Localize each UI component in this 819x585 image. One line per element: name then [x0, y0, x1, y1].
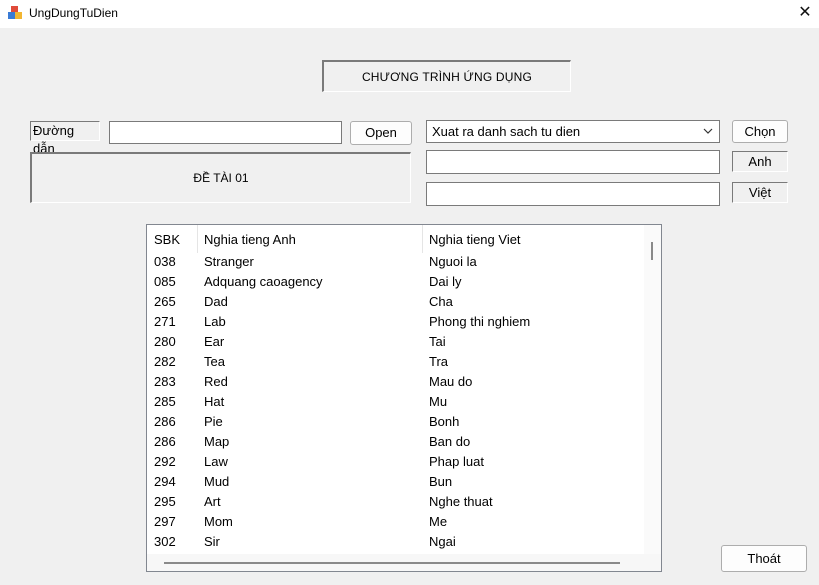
- close-button[interactable]: ✕: [791, 0, 819, 28]
- english-input[interactable]: [426, 150, 720, 174]
- cell-english: Art: [204, 494, 221, 509]
- table-row[interactable]: 297 Mom Me: [147, 511, 643, 531]
- action-select-value: Xuat ra danh sach tu dien: [432, 124, 581, 139]
- cell-english: Pie: [204, 414, 223, 429]
- scroll-thumb[interactable]: [164, 562, 620, 564]
- column-header-sbk[interactable]: SBK: [154, 232, 180, 247]
- chevron-down-icon: [703, 128, 713, 134]
- vietnamese-label: Việt: [732, 182, 788, 203]
- cell-sbk: 286: [154, 414, 176, 429]
- cell-sbk: 271: [154, 314, 176, 329]
- topic-box: ĐỀ TÀI 01: [30, 152, 411, 203]
- table-row[interactable]: 286 Map Ban do: [147, 431, 643, 451]
- dictionary-list[interactable]: SBK Nghia tieng Anh Nghia tieng Viet 038…: [146, 224, 662, 572]
- cell-vietnamese: Mu: [429, 394, 448, 409]
- table-row[interactable]: 295 Art Nghe thuat: [147, 491, 643, 511]
- cell-sbk: 292: [154, 454, 176, 469]
- program-title: CHƯƠNG TRÌNH ỨNG DỤNG: [322, 60, 571, 92]
- action-select[interactable]: Xuat ra danh sach tu dien: [426, 120, 720, 143]
- vertical-scrollbar[interactable]: [644, 225, 661, 555]
- english-label: Anh: [732, 151, 788, 172]
- cell-english: Stranger: [204, 254, 254, 269]
- cell-sbk: 286: [154, 434, 176, 449]
- cell-english: Tea: [204, 354, 225, 369]
- exit-button[interactable]: Thoát: [721, 545, 807, 572]
- scroll-thumb[interactable]: [651, 242, 653, 260]
- cell-vietnamese: Dai ly: [429, 274, 462, 289]
- list-header: SBK Nghia tieng Anh Nghia tieng Viet: [147, 225, 643, 253]
- choose-button[interactable]: Chọn: [732, 120, 788, 143]
- cell-sbk: 295: [154, 494, 176, 509]
- table-row[interactable]: 292 Law Phap luat: [147, 451, 643, 471]
- cell-vietnamese: Nguoi la: [429, 254, 477, 269]
- cell-vietnamese: Bonh: [429, 414, 460, 429]
- cell-vietnamese: Phap luat: [429, 454, 484, 469]
- table-row[interactable]: 282 Tea Tra: [147, 351, 643, 371]
- column-divider[interactable]: [422, 225, 423, 253]
- cell-sbk: 265: [154, 294, 176, 309]
- cell-sbk: 302: [154, 534, 176, 549]
- cell-vietnamese: Ngai: [429, 534, 456, 549]
- cell-vietnamese: Tai: [429, 334, 446, 349]
- cell-english: Adquang caoagency: [204, 274, 323, 289]
- cell-english: Dad: [204, 294, 228, 309]
- cell-sbk: 283: [154, 374, 176, 389]
- app-cubes-icon: [8, 6, 22, 19]
- cell-english: Ear: [204, 334, 225, 349]
- column-header-english[interactable]: Nghia tieng Anh: [204, 232, 296, 247]
- table-row[interactable]: 285 Hat Mu: [147, 391, 643, 411]
- table-row[interactable]: 286 Pie Bonh: [147, 411, 643, 431]
- cell-english: Lab: [204, 314, 226, 329]
- table-row[interactable]: 085 Adquang caoagency Dai ly: [147, 271, 643, 291]
- window-title: UngDungTuDien: [29, 6, 118, 20]
- column-header-vietnamese[interactable]: Nghia tieng Viet: [429, 232, 521, 247]
- column-divider[interactable]: [197, 225, 198, 253]
- cell-sbk: 294: [154, 474, 176, 489]
- cell-sbk: 085: [154, 274, 176, 289]
- cell-sbk: 285: [154, 394, 176, 409]
- cell-english: Map: [204, 434, 230, 449]
- cell-english: Red: [204, 374, 228, 389]
- cell-english: Law: [204, 454, 228, 469]
- table-row[interactable]: 283 Red Mau do: [147, 371, 643, 391]
- cell-sbk: 038: [154, 254, 176, 269]
- table-row[interactable]: 265 Dad Cha: [147, 291, 643, 311]
- horizontal-scrollbar[interactable]: [147, 554, 661, 571]
- table-row[interactable]: 038 Stranger Nguoi la: [147, 251, 643, 271]
- vietnamese-input[interactable]: [426, 182, 720, 206]
- cell-vietnamese: Nghe thuat: [429, 494, 493, 509]
- cell-vietnamese: Me: [429, 514, 448, 529]
- table-row[interactable]: 294 Mud Bun: [147, 471, 643, 491]
- cell-vietnamese: Phong thi nghiem: [429, 314, 531, 329]
- open-button[interactable]: Open: [350, 121, 412, 145]
- cell-english: Mud: [204, 474, 230, 489]
- cell-vietnamese: Ban do: [429, 434, 471, 449]
- cell-english: Hat: [204, 394, 225, 409]
- table-row[interactable]: 280 Ear Tai: [147, 331, 643, 351]
- cell-sbk: 297: [154, 514, 176, 529]
- cell-vietnamese: Tra: [429, 354, 449, 369]
- cell-sbk: 282: [154, 354, 176, 369]
- cell-english: Sir: [204, 534, 220, 549]
- table-row[interactable]: 271 Lab Phong thi nghiem: [147, 311, 643, 331]
- cell-vietnamese: Bun: [429, 474, 453, 489]
- path-input[interactable]: [109, 121, 342, 144]
- cell-vietnamese: Mau do: [429, 374, 473, 389]
- path-label: Đường dẫn: [30, 121, 100, 156]
- cell-english: Mom: [204, 514, 233, 529]
- cell-vietnamese: Cha: [429, 294, 453, 309]
- cell-sbk: 280: [154, 334, 176, 349]
- table-row[interactable]: 302 Sir Ngai: [147, 531, 643, 551]
- title-bar: UngDungTuDien ✕: [0, 0, 819, 28]
